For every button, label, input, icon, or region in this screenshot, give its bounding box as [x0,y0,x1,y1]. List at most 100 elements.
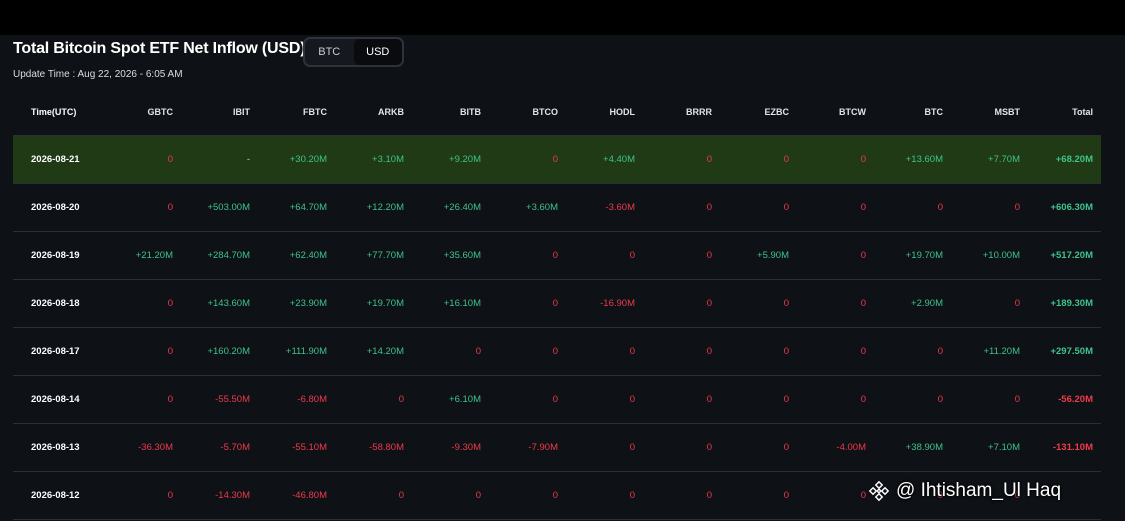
top-strip [0,0,1125,35]
column-header-arkb[interactable]: ARKB [331,107,408,117]
flow-cell: +16.10M [443,298,481,309]
table-row: 2026-08-17 0 +160.20M +111.90M +14.20M 0 0 0 0 0 0… [13,328,1101,376]
etf-flow-table: Time(UTC) GBTC IBIT FBTC ARKB BITB BTCO HODL BRR… [13,88,1101,520]
flow-cell: +3.10M [372,154,404,165]
watermark-text: @ Ihtisham_Ul Haq [896,480,1062,501]
flow-cell: +7.70M [988,154,1020,165]
flow-cell: 0 [860,346,866,357]
total-cell: +68.20M [1055,154,1093,165]
column-header-btco[interactable]: BTCO [485,107,562,117]
flow-cell: +13.60M [905,154,943,165]
flow-cell: +5.90M [757,250,789,261]
flow-cell: +12.20M [366,202,404,213]
column-header-time-utc[interactable]: Time(UTC) [13,107,104,117]
flow-cell: 0 [706,202,712,213]
flow-cell: 0 [783,394,789,405]
row-date: 2026-08-20 [31,202,80,213]
flow-cell: 0 [167,202,173,213]
flow-cell: -14.30M [215,490,250,501]
flow-cell: +77.70M [366,250,404,261]
column-header-btc[interactable]: BTC [870,107,947,117]
flow-cell: -5.70M [220,442,250,453]
row-date: 2026-08-18 [31,298,80,309]
flow-cell: 0 [783,202,789,213]
flow-cell: +19.70M [366,298,404,309]
flow-cell: -58.80M [369,442,404,453]
flow-cell: +14.20M [366,346,404,357]
flow-cell: -7.90M [528,442,558,453]
flow-cell: +284.70M [207,250,250,261]
column-header-gbtc[interactable]: GBTC [104,107,177,117]
flow-cell: 0 [937,394,943,405]
toggle-btc[interactable]: BTC [305,39,354,65]
flow-cell: +7.10M [988,442,1020,453]
column-header-total[interactable]: Total [1024,107,1101,117]
table-row: 2026-08-21 0 - +30.20M +3.10M +9.20M 0 +4.40M 0 0… [13,136,1101,184]
flow-cell: 0 [783,154,789,165]
flow-cell: 0 [629,442,635,453]
flow-cell: 0 [398,490,404,501]
column-header-ezbc[interactable]: EZBC [716,107,793,117]
flow-cell: 0 [167,394,173,405]
flow-cell: -55.50M [215,394,250,405]
flow-cell: +503.00M [207,202,250,213]
flow-cell: 0 [475,490,481,501]
flow-cell: 0 [706,154,712,165]
flow-cell: -4.00M [836,442,866,453]
toggle-usd[interactable]: USD [353,39,402,65]
flow-cell: 0 [167,346,173,357]
column-header-bitb[interactable]: BITB [408,107,485,117]
flow-cell: 0 [475,346,481,357]
flow-cell: +62.40M [289,250,327,261]
table-row: 2026-08-18 0 +143.60M +23.90M +19.70M +16.10M… [13,280,1101,328]
flow-cell: +38.90M [905,442,943,453]
row-date: 2026-08-19 [31,250,80,261]
flow-cell: - [246,154,250,165]
flow-cell: +160.20M [207,346,250,357]
binance-logo-icon [868,480,890,502]
flow-cell: 0 [860,202,866,213]
column-header-brrr[interactable]: BRRR [639,107,716,117]
total-cell: -56.20M [1058,394,1093,405]
flow-cell: 0 [860,490,866,501]
flow-cell: 0 [629,490,635,501]
flow-cell: +35.60M [443,250,481,261]
row-date: 2026-08-17 [31,346,80,357]
total-cell: -131.10M [1052,442,1093,453]
flow-cell: 0 [783,346,789,357]
unit-toggle[interactable]: BTC USD [303,37,404,67]
flow-cell: +10.00M [982,250,1020,261]
flow-cell: 0 [1014,394,1020,405]
flow-cell: 0 [706,250,712,261]
flow-cell: 0 [552,490,558,501]
flow-cell: +9.20M [449,154,481,165]
row-date: 2026-08-13 [31,442,80,453]
flow-cell: 0 [552,298,558,309]
flow-cell: 0 [860,298,866,309]
flow-cell: 0 [783,298,789,309]
flow-cell: -36.30M [138,442,173,453]
flow-cell: 0 [860,250,866,261]
flow-cell: 0 [706,490,712,501]
column-header-msbt[interactable]: MSBT [947,107,1024,117]
flow-cell: 0 [706,442,712,453]
flow-cell: 0 [783,490,789,501]
update-time: Update Time : Aug 22, 2026 - 6:05 AM [13,69,183,80]
flow-cell: 0 [937,202,943,213]
flow-cell: 0 [860,154,866,165]
flow-cell: 0 [167,490,173,501]
watermark: @ Ihtisham_Ul Haq [868,480,1061,502]
flow-cell: +6.10M [449,394,481,405]
column-header-hodl[interactable]: HODL [562,107,639,117]
column-header-btcw[interactable]: BTCW [793,107,870,117]
flow-cell: 0 [552,346,558,357]
column-header-ibit[interactable]: IBIT [177,107,254,117]
total-cell: +297.50M [1050,346,1093,357]
flow-cell: 0 [860,394,866,405]
flow-cell: 0 [1014,202,1020,213]
column-header-fbtc[interactable]: FBTC [254,107,331,117]
flow-cell: 0 [552,394,558,405]
row-date: 2026-08-12 [31,490,80,501]
row-date: 2026-08-14 [31,394,80,405]
flow-cell: 0 [706,394,712,405]
